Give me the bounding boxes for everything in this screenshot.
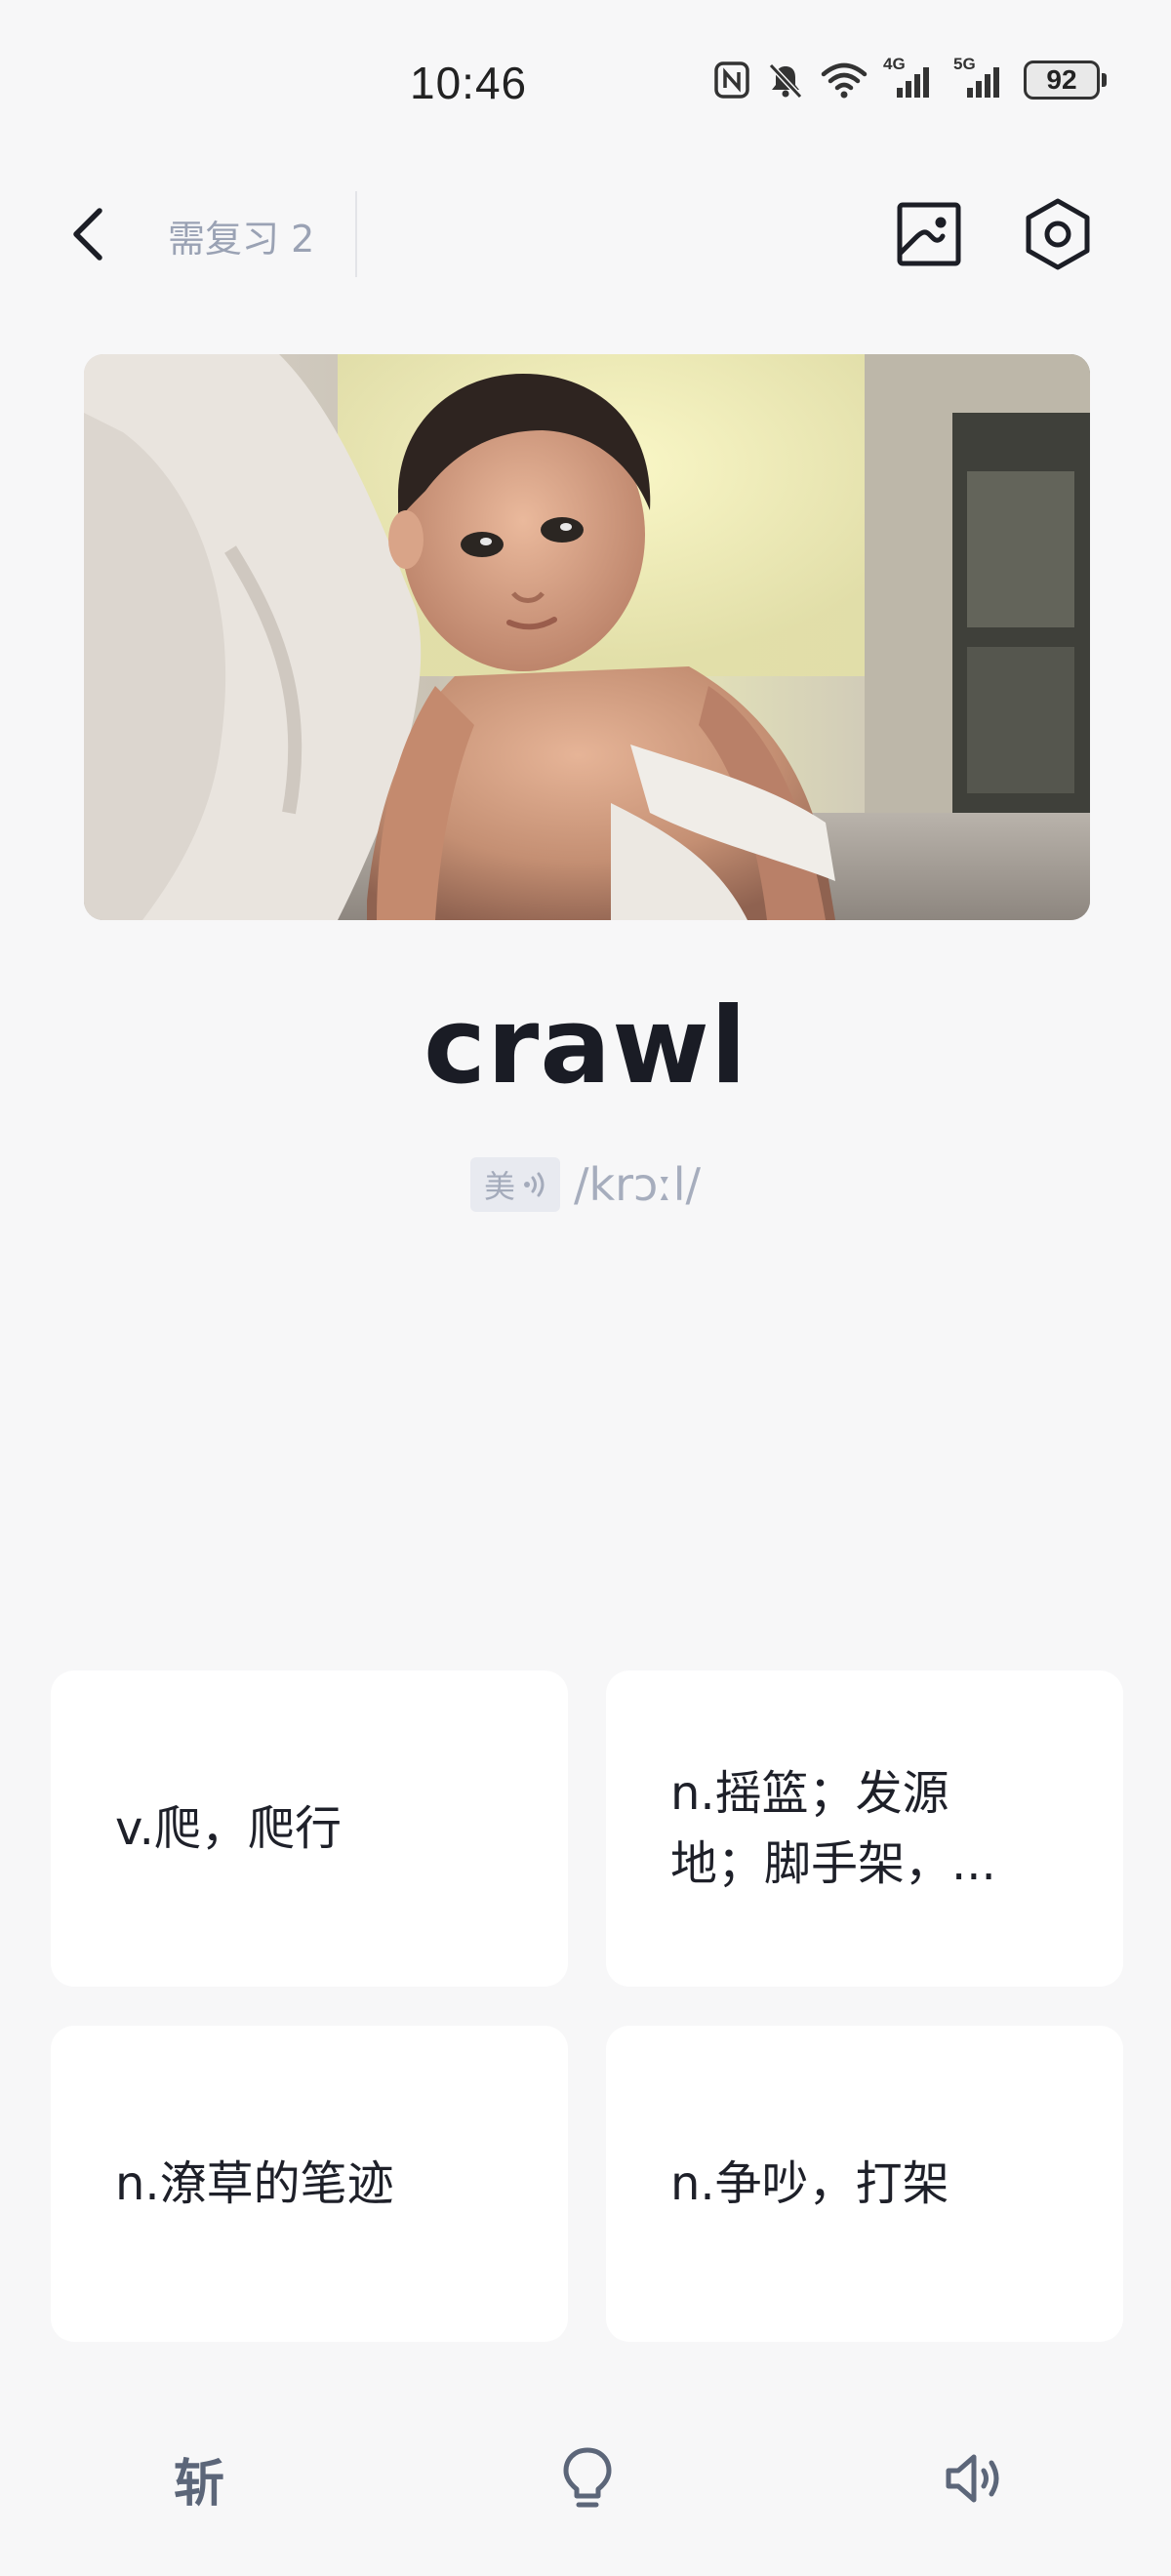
top-nav: 需复习 2 [0,166,1171,302]
answer-option-4[interactable]: n.争吵，打架 [606,2026,1123,2342]
option-text: n.潦草的笔迹 [115,2156,394,2211]
status-icons: 4G 5G 92 [713,55,1107,100]
battery-tip [1102,73,1107,87]
option-text: n.争吵，打架 [670,2156,949,2211]
chop-button[interactable]: 斩 [150,2430,248,2527]
option-text: v.爬，爬行 [115,1801,342,1856]
bottom-action-bar: 斩 [0,2420,1171,2537]
option-text: n.摇篮；发源地；脚手架，... [670,1766,996,1891]
speaker-icon [946,2454,999,2503]
word-illustration-image [84,354,1090,920]
status-time: 10:46 [410,58,528,108]
chop-label: 斩 [173,2454,224,2514]
word-title: crawl [424,986,747,1107]
sound-button[interactable] [925,2430,1023,2527]
answer-option-3[interactable]: n.潦草的笔迹 [51,2026,568,2342]
back-button[interactable] [59,197,117,271]
mute-icon [768,62,803,100]
chart-icon [897,202,961,266]
review-count-label[interactable]: 需复习 2 [168,209,314,262]
hint-button[interactable] [539,2430,636,2527]
word-review-screen: 10:46 4G 5G 92 需复习 2 crawl 美 /krɔːl/ v.爬… [0,0,1171,2576]
baby-crawling-photo [84,354,1090,920]
back-icon [73,208,102,261]
bulb-icon [563,2447,612,2508]
settings-button[interactable] [1023,197,1093,271]
nav-divider [355,191,357,277]
signal-5g-icon: 5G [953,55,1008,100]
pronounce-us-button[interactable]: 美 [469,1157,560,1212]
phonetic-row: 美 /krɔːl/ [0,1157,1171,1212]
wifi-icon [821,62,868,99]
answer-option-1[interactable]: v.爬，爬行 [51,1670,568,1987]
phonetic-text: /krɔːl/ [573,1158,702,1211]
answer-option-2[interactable]: n.摇篮；发源地；脚手架，... [606,1670,1123,1987]
nfc-icon [714,61,749,99]
battery-level: 92 [1024,60,1100,100]
battery-icon: 92 [1024,60,1107,100]
audio-wave-icon [523,1172,545,1197]
accent-label: 美 [483,1168,515,1205]
settings-icon [1026,198,1090,270]
signal-4g-icon: 4G [883,55,938,100]
image-toggle-button[interactable] [896,201,962,267]
status-bar: 10:46 4G 5G 92 [0,0,1171,146]
